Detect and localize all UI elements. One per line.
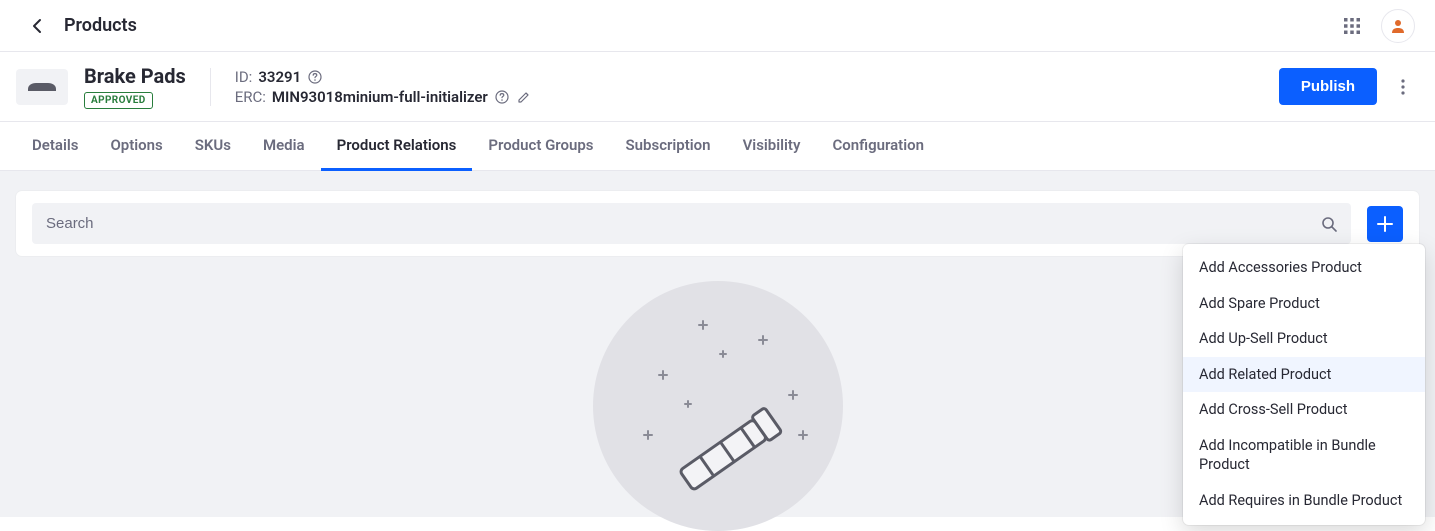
pencil-icon <box>517 90 531 104</box>
erc-edit-button[interactable] <box>516 89 532 105</box>
tab-configuration[interactable]: Configuration <box>816 122 940 171</box>
dropdown-item-related[interactable]: Add Related Product <box>1183 357 1425 393</box>
search-icon <box>1321 216 1337 232</box>
dropdown-item-incompatible-bundle[interactable]: Add Incompatible in Bundle Product <box>1183 428 1425 483</box>
id-value: 33291 <box>258 68 301 86</box>
breadcrumb[interactable]: Products <box>64 15 137 36</box>
more-actions-button[interactable] <box>1391 75 1415 99</box>
avatar[interactable] <box>1381 9 1415 43</box>
meta-column: ID: 33291 ERC: MIN93018minium-full-initi… <box>210 68 532 106</box>
apps-grid-icon <box>1344 18 1360 34</box>
dropdown-item-crosssell[interactable]: Add Cross-Sell Product <box>1183 392 1425 428</box>
id-label: ID: <box>235 68 253 86</box>
erc-help-button[interactable] <box>494 89 510 105</box>
dropdown-item-spare[interactable]: Add Spare Product <box>1183 286 1425 322</box>
search-button[interactable] <box>1307 216 1351 232</box>
plus-icon <box>1376 215 1394 233</box>
tab-options[interactable]: Options <box>94 122 178 171</box>
product-image-icon <box>24 79 60 95</box>
add-relation-dropdown: Add Accessories Product Add Spare Produc… <box>1183 244 1425 525</box>
dropdown-item-accessories[interactable]: Add Accessories Product <box>1183 250 1425 286</box>
dropdown-item-requires-bundle[interactable]: Add Requires in Bundle Product <box>1183 483 1425 519</box>
topbar: Products <box>0 0 1435 52</box>
chevron-left-icon <box>32 18 42 34</box>
topbar-left: Products <box>28 15 137 36</box>
dropdown-item-upsell[interactable]: Add Up-Sell Product <box>1183 321 1425 357</box>
page-header: Brake Pads APPROVED ID: 33291 ERC: MIN93… <box>0 52 1435 122</box>
search-input[interactable] <box>32 203 1307 244</box>
erc-line: ERC: MIN93018minium-full-initializer <box>235 88 532 106</box>
tab-details[interactable]: Details <box>16 122 94 171</box>
topbar-right <box>1343 9 1415 43</box>
id-line: ID: 33291 <box>235 68 532 86</box>
header-actions: Publish <box>1279 68 1415 105</box>
publish-button[interactable]: Publish <box>1279 68 1377 105</box>
tab-product-relations[interactable]: Product Relations <box>321 122 473 171</box>
question-circle-icon <box>495 90 509 104</box>
tabs: Details Options SKUs Media Product Relat… <box>0 122 1435 171</box>
product-thumbnail <box>16 69 68 105</box>
id-help-button[interactable] <box>307 69 323 85</box>
status-badge: APPROVED <box>84 92 153 109</box>
question-circle-icon <box>308 70 322 84</box>
tab-media[interactable]: Media <box>247 122 321 171</box>
title-column: Brake Pads APPROVED <box>84 64 186 109</box>
page-title: Brake Pads <box>84 64 186 88</box>
user-icon <box>1390 18 1406 34</box>
tab-subscription[interactable]: Subscription <box>610 122 727 171</box>
back-button[interactable] <box>28 17 46 35</box>
telescope-icon <box>593 281 843 531</box>
erc-label: ERC: <box>235 88 266 106</box>
add-relation-button[interactable] <box>1367 206 1403 242</box>
tab-product-groups[interactable]: Product Groups <box>472 122 609 171</box>
apps-menu-button[interactable] <box>1343 17 1361 35</box>
search-wrap <box>32 203 1351 244</box>
tab-visibility[interactable]: Visibility <box>727 122 817 171</box>
erc-value: MIN93018minium-full-initializer <box>272 88 488 106</box>
tab-skus[interactable]: SKUs <box>179 122 247 171</box>
empty-state-graphic <box>593 281 843 531</box>
kebab-icon <box>1401 79 1405 95</box>
